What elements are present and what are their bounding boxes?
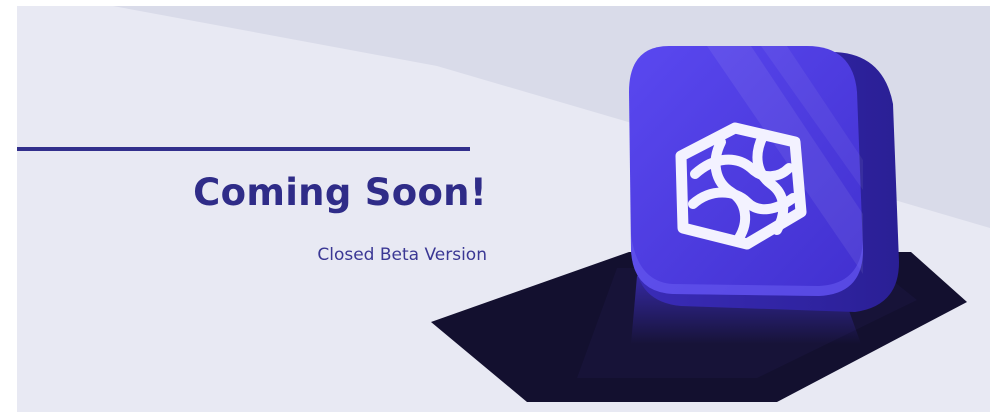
accent-divider — [17, 147, 470, 151]
beta-app-icon — [629, 46, 899, 344]
subline: Closed Beta Version — [317, 245, 487, 265]
headline: Coming Soon! — [193, 171, 487, 214]
coming-soon-banner: Coming Soon! Closed Beta Version — [17, 6, 990, 412]
